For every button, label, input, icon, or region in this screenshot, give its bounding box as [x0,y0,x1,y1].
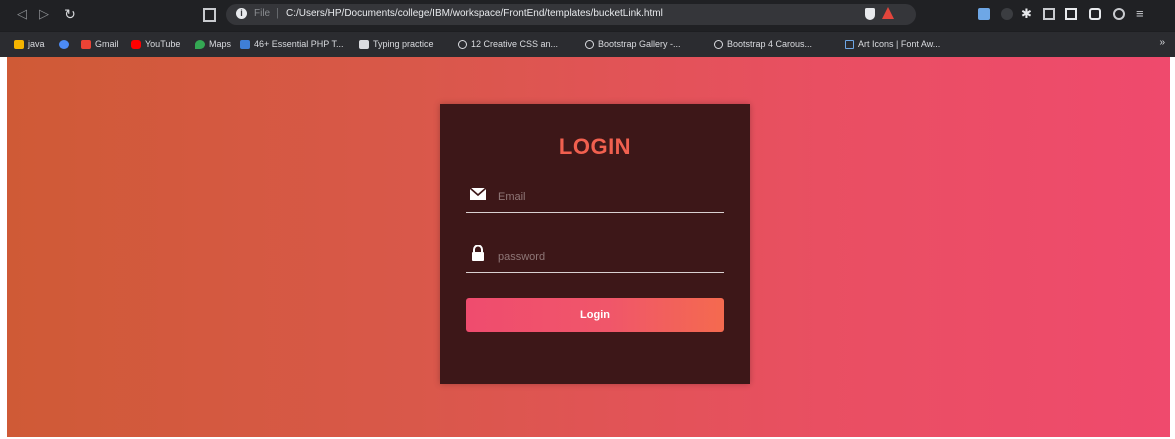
url-scheme: File [254,8,271,19]
bookmark-item[interactable]: Art Icons | Font Aw... [845,38,940,51]
keyboard-icon [359,40,369,50]
bookmark-item[interactable]: java [14,38,45,51]
flag-icon [845,40,854,50]
address-bar[interactable]: i File | C:/Users/HP/Documents/college/I… [226,4,916,25]
browser-toolbar: ◁ ▷ ↻ i File | C:/Users/HP/Documents/col… [0,0,1175,31]
bookmark-item[interactable]: 12 Creative CSS an... [458,38,558,51]
site-icon [240,40,250,50]
reload-icon[interactable]: ↻ [62,6,78,22]
puzzle-icon[interactable]: ✱ [1021,7,1033,20]
bookmark-item[interactable]: Maps [195,38,231,51]
bookmark-item[interactable]: Gmail [81,38,119,51]
extension-icon[interactable] [1001,8,1013,20]
gmail-icon [81,40,91,50]
email-input[interactable] [496,186,720,208]
password-input[interactable] [496,246,720,268]
login-title: LOGIN [558,134,632,159]
browser-window: ◁ ▷ ↻ i File | C:/Users/HP/Documents/col… [0,0,1175,439]
bookmark-item[interactable]: YouTube [131,38,180,51]
url-separator: | [276,7,279,19]
menu-icon[interactable]: ≡ [1136,7,1148,20]
back-icon[interactable]: ◁ [14,6,30,22]
wallet-icon[interactable] [1089,8,1101,20]
bookmark-item[interactable]: Typing practice [359,38,434,51]
youtube-icon [131,40,141,50]
login-button[interactable]: Login [466,298,724,332]
globe-icon [585,40,594,50]
brave-rewards-icon[interactable] [882,7,894,19]
globe-icon [458,40,467,50]
bookmarks-bar: java Gmail YouTube Maps 46+ Essential PH… [0,31,1175,57]
envelope-icon [470,187,486,200]
lock-icon [472,245,484,261]
site-info-icon[interactable]: i [236,8,247,19]
profile-icon[interactable] [1113,8,1125,20]
translate-icon[interactable] [978,8,990,20]
forward-icon[interactable]: ▷ [36,6,52,22]
globe-icon [714,40,723,50]
playlist-icon[interactable] [1043,8,1055,20]
url-text[interactable]: C:/Users/HP/Documents/college/IBM/worksp… [286,8,663,19]
site-icon [59,40,69,50]
folder-icon [14,40,24,50]
bookmark-item[interactable]: 46+ Essential PHP T... [240,38,343,51]
tab-search-icon[interactable] [203,8,216,22]
bookmark-item[interactable]: Bootstrap 4 Carous... [714,38,812,51]
sidebar-icon[interactable] [1065,8,1077,20]
maps-icon [195,40,205,50]
bookmark-item[interactable]: Bootstrap Gallery -... [585,38,681,51]
more-bookmarks-icon[interactable]: » [1159,37,1165,48]
bookmark-item[interactable] [59,38,73,51]
page-background: LOGIN Login [7,57,1170,437]
login-card: LOGIN Login [440,104,750,384]
password-field [466,242,724,273]
brave-shield-icon[interactable] [865,8,875,20]
email-field [466,182,724,213]
